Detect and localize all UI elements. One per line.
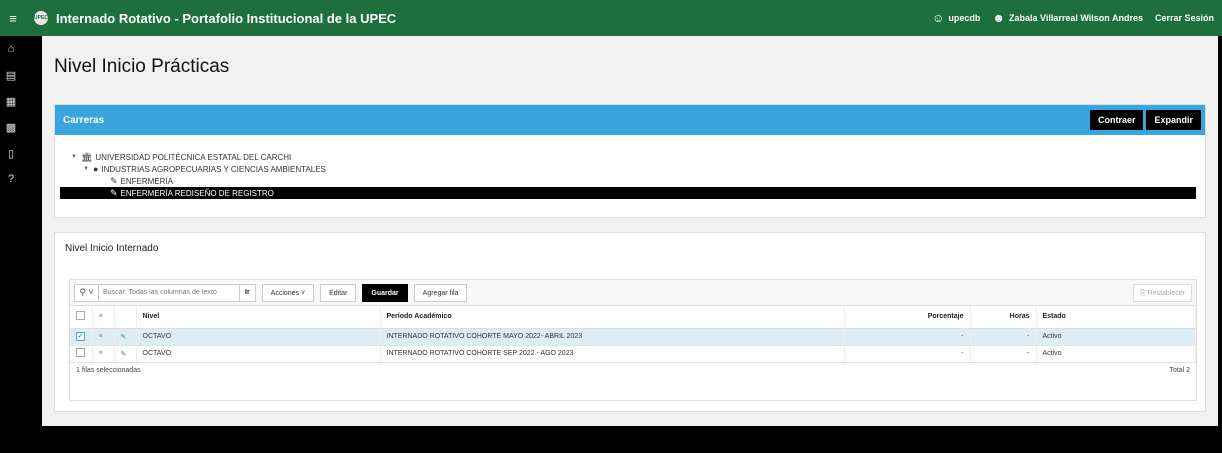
careers-title: Carreras bbox=[63, 114, 105, 126]
table-row[interactable]: ✓ ≡ ✎ OCTAVO INTERNADO ROTATIVO COHORTE … bbox=[70, 328, 1196, 346]
column-header-nivel[interactable]: Nivel bbox=[136, 306, 381, 329]
tree-label: ENFERMERÍA bbox=[120, 176, 173, 186]
tree-label: UNIVERSIDAD POLITÉCNICA ESTATAL DEL CARC… bbox=[95, 152, 292, 162]
cell-estado[interactable]: Activo bbox=[1036, 345, 1196, 363]
grid-footer: 1 filas seleccionadas Total 2 bbox=[70, 363, 1196, 379]
cell-nivel[interactable]: OCTAVO bbox=[136, 328, 381, 346]
document-icon[interactable]: ▯ bbox=[0, 140, 22, 166]
chevron-circle-icon: ● bbox=[92, 164, 99, 174]
internado-title: Nivel Inicio Internado bbox=[65, 243, 159, 254]
search-input[interactable] bbox=[99, 284, 239, 301]
list-icon[interactable]: ▤ bbox=[0, 62, 22, 88]
actions-menu-button[interactable]: Acciones ˅ bbox=[261, 283, 315, 302]
main-content: Nivel Inicio Prácticas Carreras Contraer… bbox=[42, 36, 1218, 426]
report-star-icon[interactable]: ▩ bbox=[0, 114, 22, 140]
edit-column-header bbox=[114, 306, 137, 329]
edit-button[interactable]: Editar bbox=[320, 283, 357, 302]
search-box: ⚲ ˅ Ir bbox=[74, 283, 256, 302]
row-checkbox[interactable]: ✓ bbox=[76, 332, 85, 341]
tree-label: ENFERMERÍA REDISEÑO DE REGISTRO bbox=[120, 188, 274, 198]
add-row-button[interactable]: Agregar fila bbox=[413, 283, 468, 302]
user-group-icon: ☻ bbox=[992, 11, 1005, 25]
select-all-checkbox[interactable] bbox=[76, 311, 85, 321]
selected-count: 1 filas seleccionadas bbox=[76, 367, 141, 374]
tree-buttons: Contraer Expandir bbox=[1089, 110, 1201, 130]
row-select-cell: ✓ bbox=[70, 328, 93, 346]
reset-icon: ⎘ bbox=[1140, 290, 1146, 297]
user-menu[interactable]: ☺ upecdb bbox=[932, 11, 980, 25]
username: upecdb bbox=[948, 13, 981, 23]
tree-node-career-2[interactable]: ✎ ENFERMERÍA REDISEÑO DE REGISTRO bbox=[60, 187, 1196, 199]
column-header-horas[interactable]: Horas bbox=[970, 306, 1037, 329]
column-header-estado[interactable]: Estado bbox=[1036, 306, 1196, 329]
user-icon: ☺ bbox=[932, 11, 945, 25]
cell-periodo[interactable]: INTERNADO ROTATIVO COHORTE SEP 2022 - AG… bbox=[380, 345, 845, 363]
hamburger-menu-icon[interactable]: ≡ bbox=[0, 0, 26, 36]
cell-periodo[interactable]: INTERNADO ROTATIVO COHORTE MAYO 2022- AB… bbox=[380, 328, 845, 346]
cell-horas[interactable]: - bbox=[970, 328, 1037, 346]
expand-button[interactable]: Expandir bbox=[1146, 110, 1201, 130]
logout-link[interactable]: Cerrar Sesión bbox=[1155, 13, 1214, 23]
user-area: ☺ upecdb ☻ Zabala Villarreal Wilson Andr… bbox=[932, 0, 1214, 36]
edit-icon: ✎ bbox=[110, 187, 118, 198]
upec-logo: UPEC bbox=[34, 11, 48, 25]
tree-node-university[interactable]: ▼ 🏛 UNIVERSIDAD POLITÉCNICA ESTATAL DEL … bbox=[65, 151, 1195, 163]
tree-node-faculty[interactable]: ▼ ● INDUSTRIAS AGROPECUARIAS Y CIENCIAS … bbox=[65, 163, 1195, 175]
careers-region: Carreras Contraer Expandir ▼ 🏛 UNIVERSID… bbox=[54, 104, 1206, 218]
column-header-porcentaje[interactable]: Porcentaje bbox=[844, 306, 971, 329]
careers-tree: ▼ 🏛 UNIVERSIDAD POLITÉCNICA ESTATAL DEL … bbox=[55, 135, 1205, 215]
home-icon[interactable]: ⌂ bbox=[0, 36, 22, 62]
table-row[interactable]: ≡ ✎ OCTAVO INTERNADO ROTATIVO COHORTE SE… bbox=[70, 345, 1196, 363]
side-navigation: ⌂ ▤ ▦ ▩ ▯ ? bbox=[0, 36, 22, 453]
row-menu-icon[interactable]: ≡ bbox=[92, 345, 115, 363]
collapse-arrow-icon[interactable]: ▼ bbox=[83, 166, 89, 172]
search-icon[interactable]: ⚲ ˅ bbox=[75, 284, 99, 301]
full-name-menu[interactable]: ☻ Zabala Villarreal Wilson Andres bbox=[992, 11, 1143, 25]
interactive-grid: ⚲ ˅ Ir Acciones ˅ Editar Guardar Agregar… bbox=[69, 279, 1197, 401]
edit-icon[interactable]: ✎ bbox=[114, 345, 137, 363]
go-button[interactable]: Ir bbox=[239, 284, 255, 301]
collapse-button[interactable]: Contraer bbox=[1089, 110, 1144, 130]
actions-label: Acciones bbox=[270, 289, 300, 297]
building-icon: 🏛 bbox=[80, 151, 93, 162]
cell-nivel[interactable]: OCTAVO bbox=[136, 345, 381, 363]
row-menu-icon[interactable]: ≡ bbox=[92, 328, 115, 346]
select-all-cell bbox=[70, 306, 93, 329]
top-navigation-bar: ≡ UPEC Internado Rotativo - Portafolio I… bbox=[0, 0, 1222, 36]
grid-table: ≡ Nivel Período Académico Porcentaje Hor… bbox=[70, 306, 1196, 363]
cell-estado[interactable]: Activo bbox=[1036, 328, 1196, 346]
internado-region: Nivel Inicio Internado ⚲ ˅ Ir Acciones ˅… bbox=[54, 232, 1206, 412]
help-icon[interactable]: ? bbox=[0, 166, 22, 192]
careers-region-header: Carreras Contraer Expandir bbox=[55, 105, 1205, 135]
edit-icon: ✎ bbox=[110, 175, 118, 186]
cell-horas[interactable]: - bbox=[970, 345, 1037, 363]
collapse-arrow-icon[interactable]: ▼ bbox=[71, 154, 77, 160]
row-select-cell bbox=[70, 345, 93, 363]
header-row: ≡ Nivel Período Académico Porcentaje Hor… bbox=[70, 306, 1196, 329]
reset-label: Restablecer bbox=[1147, 290, 1185, 297]
reset-button[interactable]: ⎘ Restablecer bbox=[1133, 284, 1192, 302]
row-actions-header: ≡ bbox=[92, 306, 115, 329]
page-title: Nivel Inicio Prácticas bbox=[54, 56, 230, 77]
app-title: Internado Rotativo - Portafolio Instituc… bbox=[56, 10, 397, 26]
column-header-periodo[interactable]: Período Académico bbox=[380, 306, 845, 329]
cell-porcentaje[interactable]: - bbox=[844, 328, 971, 346]
report-icon[interactable]: ▦ bbox=[0, 88, 22, 114]
full-name: Zabala Villarreal Wilson Andres bbox=[1009, 13, 1143, 23]
save-button[interactable]: Guardar bbox=[362, 283, 408, 302]
tree-label: INDUSTRIAS AGROPECUARIAS Y CIENCIAS AMBI… bbox=[101, 164, 326, 174]
cell-porcentaje[interactable]: - bbox=[844, 345, 971, 363]
edit-icon[interactable]: ✎ bbox=[114, 328, 137, 346]
chevron-down-icon: ˅ bbox=[301, 289, 306, 297]
grid-toolbar: ⚲ ˅ Ir Acciones ˅ Editar Guardar Agregar… bbox=[70, 280, 1196, 306]
row-checkbox[interactable] bbox=[76, 348, 85, 357]
total-count: Total 2 bbox=[1169, 367, 1190, 374]
tree-node-career-1[interactable]: ✎ ENFERMERÍA bbox=[65, 175, 1195, 187]
